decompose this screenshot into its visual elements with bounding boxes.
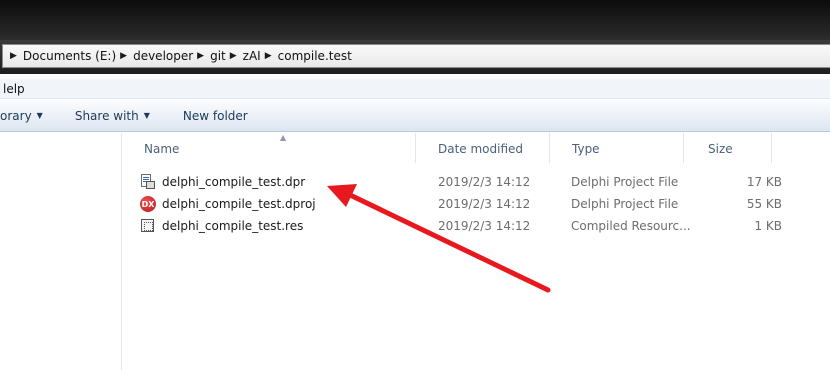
file-name-cell: DX delphi_compile_test.dproj xyxy=(140,196,316,212)
resource-file-icon xyxy=(140,218,156,234)
breadcrumb-item-developer[interactable]: developer xyxy=(133,49,193,63)
file-date: 2019/2/3 14:12 xyxy=(438,219,531,233)
resource-frame-icon xyxy=(141,219,154,232)
command-bar: orary ▼ Share with ▼ New folder xyxy=(0,100,830,132)
column-header-size-label: Size xyxy=(708,142,733,156)
column-header-date-label: Date modified xyxy=(438,142,524,156)
file-type: Delphi Project File xyxy=(571,175,679,189)
column-header-size[interactable]: Size xyxy=(684,133,772,163)
menu-bar: lelp xyxy=(0,79,830,99)
caret-down-icon: ▼ xyxy=(143,111,150,120)
chevron-right-icon[interactable]: ▶ xyxy=(10,51,17,61)
include-in-library-button[interactable]: orary ▼ xyxy=(0,109,43,123)
delphi-dproj-icon: DX xyxy=(140,196,156,212)
file-name-cell: delphi_compile_test.dpr xyxy=(140,174,305,190)
file-row-res[interactable]: delphi_compile_test.res 2019/2/3 14:12 C… xyxy=(122,215,830,237)
file-name: delphi_compile_test.dproj xyxy=(162,197,316,211)
delphi-project-icon xyxy=(140,174,156,190)
navigation-pane[interactable] xyxy=(0,133,122,370)
chevron-right-icon[interactable]: ▶ xyxy=(197,51,204,61)
file-size: 1 KB xyxy=(754,219,782,233)
column-header-type[interactable]: Type xyxy=(550,133,684,163)
file-size: 17 KB xyxy=(746,175,782,189)
caret-down-icon: ▼ xyxy=(36,111,43,120)
chevron-right-icon[interactable]: ▶ xyxy=(265,51,272,61)
file-date: 2019/2/3 14:12 xyxy=(438,175,531,189)
column-header-type-label: Type xyxy=(572,142,600,156)
share-with-button[interactable]: Share with ▼ xyxy=(75,109,150,123)
file-row-dpr[interactable]: delphi_compile_test.dpr 2019/2/3 14:12 D… xyxy=(122,171,830,193)
file-row-dproj[interactable]: DX delphi_compile_test.dproj 2019/2/3 14… xyxy=(122,193,830,215)
file-date: 2019/2/3 14:12 xyxy=(438,197,531,211)
column-headers: ▲ Name Date modified Type Size xyxy=(122,133,830,163)
chevron-right-icon[interactable]: ▶ xyxy=(230,51,237,61)
file-name-cell: delphi_compile_test.res xyxy=(140,218,303,234)
sort-ascending-icon: ▲ xyxy=(280,133,287,142)
breadcrumb-item-compile-test[interactable]: compile.test xyxy=(278,49,352,63)
file-name: delphi_compile_test.res xyxy=(162,219,304,233)
file-type: Compiled Resourc... xyxy=(571,219,691,233)
column-header-date[interactable]: Date modified xyxy=(416,133,550,163)
project-overlay-icon xyxy=(146,181,155,189)
chevron-right-icon[interactable]: ▶ xyxy=(120,51,127,61)
file-size: 55 KB xyxy=(746,197,782,211)
file-type: Delphi Project File xyxy=(571,197,679,211)
breadcrumb-item-git[interactable]: git xyxy=(210,49,226,63)
include-in-library-label: orary xyxy=(0,108,32,123)
address-bar: ▶ Documents (E:) ▶ developer ▶ git ▶ zAI… xyxy=(0,40,830,74)
new-folder-label: New folder xyxy=(182,108,248,123)
share-with-label: Share with xyxy=(74,108,139,123)
menu-item-help[interactable]: lelp xyxy=(0,82,25,96)
file-name: delphi_compile_test.dpr xyxy=(162,175,306,189)
new-folder-button[interactable]: New folder xyxy=(183,109,248,123)
file-list: delphi_compile_test.dpr 2019/2/3 14:12 D… xyxy=(122,171,830,237)
breadcrumb-item-zai[interactable]: zAI xyxy=(243,49,261,63)
column-header-name-label: Name xyxy=(144,142,180,156)
window-title-bar xyxy=(0,0,830,40)
column-header-name[interactable]: ▲ Name xyxy=(122,133,416,163)
breadcrumb[interactable]: ▶ Documents (E:) ▶ developer ▶ git ▶ zAI… xyxy=(2,44,830,68)
breadcrumb-item-drive[interactable]: Documents (E:) xyxy=(23,49,116,63)
